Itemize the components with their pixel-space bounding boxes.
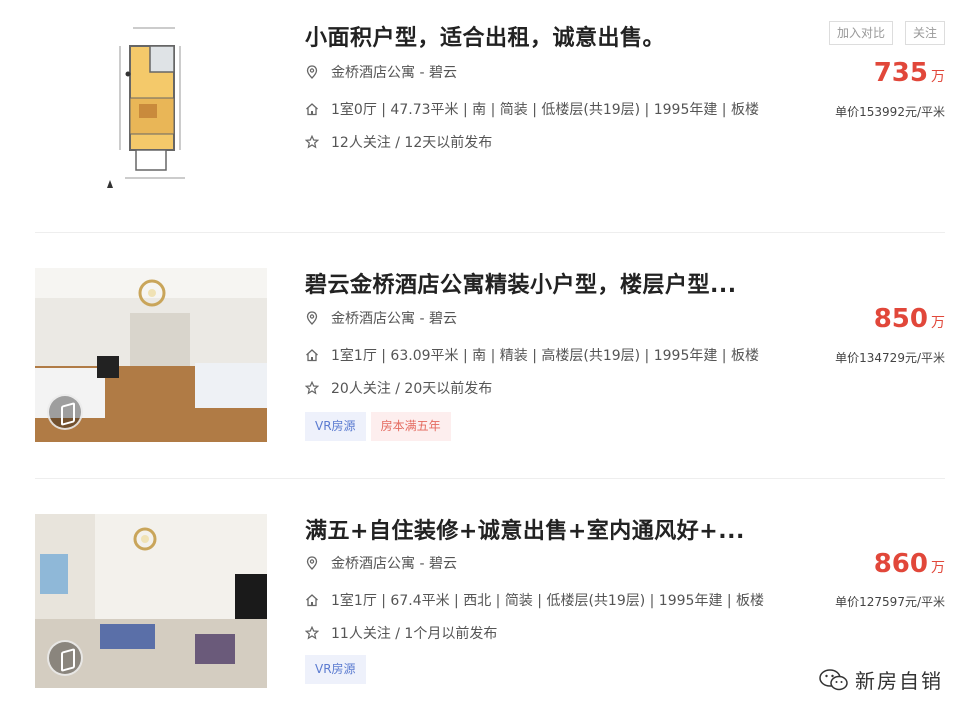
price-unit: 万 xyxy=(931,315,945,331)
price-unit: 万 xyxy=(931,560,945,576)
house-icon xyxy=(305,102,319,116)
house-info-text: 1室0厅 | 47.73平米 | 南 | 简装 | 低楼层(共19层) | 19… xyxy=(331,102,759,118)
listing-photo[interactable] xyxy=(35,268,267,442)
tag-list: VR房源 xyxy=(305,655,366,684)
vr-badge-icon xyxy=(47,394,83,430)
listing-card[interactable]: 满五+自住装修+诚意出售+室内通风好+... 金桥酒店公寓 - 碧云 1室1厅 … xyxy=(35,479,945,723)
price-number: 850 xyxy=(873,304,928,334)
address-link[interactable]: 金桥酒店公寓 - 碧云 xyxy=(331,553,457,573)
star-icon xyxy=(304,625,320,640)
total-price: 850 万 xyxy=(874,304,945,334)
address-line: 金桥酒店公寓 - 碧云 xyxy=(305,553,457,573)
total-price: 860 万 xyxy=(874,549,945,579)
unit-price: 单价134729元/平米 xyxy=(835,351,945,365)
price-unit: 万 xyxy=(931,69,945,85)
house-icon xyxy=(305,593,319,607)
house-info-text: 1室1厅 | 67.4平米 | 西北 | 简装 | 低楼层(共19层) | 19… xyxy=(331,593,765,609)
listing-card[interactable]: 碧云金桥酒店公寓精装小户型，楼层户型... 金桥酒店公寓 - 碧云 1室1厅 |… xyxy=(35,233,945,478)
address-line: 金桥酒店公寓 - 碧云 xyxy=(305,62,457,82)
star-icon xyxy=(304,134,320,149)
price-number: 860 xyxy=(873,549,928,579)
follow-info-text: 20人关注 / 20天以前发布 xyxy=(331,381,493,397)
wechat-watermark: 新房自销 xyxy=(819,665,943,694)
address-link[interactable]: 金桥酒店公寓 - 碧云 xyxy=(331,308,457,328)
listing-title[interactable]: 碧云金桥酒店公寓精装小户型，楼层户型... xyxy=(305,267,737,299)
vr-tag[interactable]: VR房源 xyxy=(305,412,366,441)
favorite-button[interactable]: 关注 xyxy=(904,21,945,45)
floorplan-drawing xyxy=(107,27,185,188)
house-info-line: 1室1厅 | 67.4平米 | 西北 | 简装 | 低楼层(共19层) | 19… xyxy=(305,590,764,610)
follow-info-line: 20人关注 / 20天以前发布 xyxy=(304,378,493,398)
vr-tag[interactable]: VR房源 xyxy=(305,655,366,684)
total-price: 735 万 xyxy=(874,58,945,88)
house-icon xyxy=(305,348,319,362)
price-number: 735 xyxy=(873,58,928,88)
unit-price: 单价153992元/平米 xyxy=(835,105,945,119)
star-icon xyxy=(304,380,320,395)
location-pin-icon xyxy=(305,556,319,570)
address-link[interactable]: 金桥酒店公寓 - 碧云 xyxy=(331,62,457,82)
watermark-text: 新房自销 xyxy=(855,669,943,693)
follow-info-line: 11人关注 / 1个月以前发布 xyxy=(304,623,498,643)
listing-card[interactable]: 小面积户型，适合出租，诚意出售。 金桥酒店公寓 - 碧云 1室0厅 | 47.7… xyxy=(35,0,945,232)
address-line: 金桥酒店公寓 - 碧云 xyxy=(305,308,457,328)
unit-price: 单价127597元/平米 xyxy=(835,595,945,609)
location-pin-icon xyxy=(305,311,319,325)
wechat-icon xyxy=(819,668,849,691)
action-buttons: 加入对比 关注 xyxy=(828,21,945,45)
five-years-tag: 房本满五年 xyxy=(370,412,451,441)
house-info-text: 1室1厅 | 63.09平米 | 南 | 精装 | 高楼层(共19层) | 19… xyxy=(331,348,759,364)
vr-badge-icon xyxy=(47,640,83,676)
house-info-line: 1室1厅 | 63.09平米 | 南 | 精装 | 高楼层(共19层) | 19… xyxy=(305,345,759,365)
house-info-line: 1室0厅 | 47.73平米 | 南 | 简装 | 低楼层(共19层) | 19… xyxy=(305,99,759,119)
follow-info-line: 12人关注 / 12天以前发布 xyxy=(304,132,493,152)
follow-info-text: 11人关注 / 1个月以前发布 xyxy=(331,626,498,642)
listing-photo[interactable] xyxy=(35,514,267,688)
follow-info-text: 12人关注 / 12天以前发布 xyxy=(331,135,493,151)
compare-button[interactable]: 加入对比 xyxy=(828,21,893,45)
listing-title[interactable]: 小面积户型，适合出租，诚意出售。 xyxy=(305,20,665,52)
listing-page: 小面积户型，适合出租，诚意出售。 金桥酒店公寓 - 碧云 1室0厅 | 47.7… xyxy=(0,0,975,723)
tag-list: VR房源 房本满五年 xyxy=(305,412,451,441)
listing-title[interactable]: 满五+自住装修+诚意出售+室内通风好+... xyxy=(305,513,745,545)
location-pin-icon xyxy=(305,65,319,79)
floorplan-image[interactable] xyxy=(35,18,267,192)
